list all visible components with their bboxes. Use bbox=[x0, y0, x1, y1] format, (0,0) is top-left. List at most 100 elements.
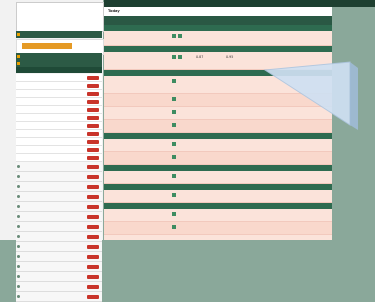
day-label[interactable]: Today bbox=[108, 7, 120, 16]
match-row[interactable] bbox=[104, 209, 332, 222]
sport-category[interactable] bbox=[16, 192, 102, 202]
count-badge bbox=[87, 92, 99, 96]
sport-icon bbox=[17, 185, 20, 188]
sport-category[interactable] bbox=[16, 242, 102, 252]
match-row[interactable] bbox=[104, 190, 332, 203]
sport-category[interactable] bbox=[16, 182, 102, 192]
list-item[interactable] bbox=[16, 122, 102, 130]
stats-icon[interactable] bbox=[178, 55, 182, 59]
sidebar-list bbox=[16, 74, 102, 302]
count-badge bbox=[87, 255, 99, 259]
list-item[interactable] bbox=[16, 146, 102, 154]
count-badge bbox=[87, 76, 99, 80]
count-badge bbox=[87, 215, 99, 219]
list-item[interactable] bbox=[16, 130, 102, 138]
odds-value[interactable]: 0.95 bbox=[226, 55, 233, 59]
sport-category[interactable] bbox=[16, 282, 102, 292]
match-row[interactable] bbox=[104, 120, 332, 133]
section-marker-icon bbox=[17, 33, 20, 36]
match-row[interactable] bbox=[104, 94, 332, 107]
count-badge bbox=[87, 100, 99, 104]
sidebar-section-2[interactable] bbox=[16, 53, 102, 60]
sport-icon bbox=[17, 175, 20, 178]
list-item[interactable] bbox=[16, 90, 102, 98]
sport-icon bbox=[17, 235, 20, 238]
count-badge bbox=[87, 140, 99, 144]
list-item[interactable] bbox=[16, 138, 102, 146]
section-marker-icon bbox=[17, 55, 20, 58]
count-badge bbox=[87, 132, 99, 136]
sport-icon bbox=[17, 195, 20, 198]
count-badge bbox=[87, 275, 99, 279]
sport-category[interactable] bbox=[16, 232, 102, 242]
left-sidebar bbox=[0, 0, 104, 302]
live-icon[interactable] bbox=[172, 142, 176, 146]
live-icon[interactable] bbox=[172, 174, 176, 178]
match-row[interactable] bbox=[104, 76, 332, 94]
sport-category[interactable] bbox=[16, 212, 102, 222]
odds-value[interactable]: 0.87 bbox=[196, 55, 203, 59]
sidebar-tabs bbox=[16, 67, 102, 73]
sport-icon bbox=[17, 205, 20, 208]
match-row[interactable] bbox=[104, 107, 332, 120]
count-badge bbox=[87, 245, 99, 249]
sport-icon bbox=[17, 295, 20, 298]
match-row[interactable]: 0.87 0.95 bbox=[104, 52, 332, 70]
odds-column-header bbox=[104, 16, 332, 25]
sport-icon bbox=[17, 285, 20, 288]
count-badge bbox=[87, 225, 99, 229]
count-badge bbox=[87, 116, 99, 120]
count-badge bbox=[87, 185, 99, 189]
live-icon[interactable] bbox=[172, 123, 176, 127]
count-badge bbox=[87, 295, 99, 299]
sport-icon bbox=[17, 215, 20, 218]
top-nav-bar bbox=[104, 0, 375, 7]
sport-category[interactable] bbox=[16, 252, 102, 262]
orange-action-button[interactable] bbox=[22, 43, 72, 49]
count-badge bbox=[87, 195, 99, 199]
odds-table: 0.87 0.95 bbox=[104, 25, 332, 235]
live-icon[interactable] bbox=[172, 110, 176, 114]
count-badge bbox=[87, 108, 99, 112]
sport-icon bbox=[17, 225, 20, 228]
count-badge bbox=[87, 175, 99, 179]
live-icon[interactable] bbox=[172, 34, 176, 38]
sport-category[interactable] bbox=[16, 202, 102, 212]
list-item[interactable] bbox=[16, 82, 102, 90]
sport-category[interactable] bbox=[16, 272, 102, 282]
count-badge bbox=[87, 205, 99, 209]
list-item[interactable] bbox=[16, 98, 102, 106]
sport-category[interactable] bbox=[16, 262, 102, 272]
match-row[interactable] bbox=[104, 31, 332, 46]
live-icon[interactable] bbox=[172, 225, 176, 229]
account-panel bbox=[16, 2, 104, 32]
sport-icon bbox=[17, 265, 20, 268]
match-row[interactable] bbox=[104, 152, 332, 165]
list-item[interactable] bbox=[16, 106, 102, 114]
stats-icon[interactable] bbox=[178, 34, 182, 38]
live-icon[interactable] bbox=[172, 212, 176, 216]
live-icon[interactable] bbox=[172, 55, 176, 59]
sport-category[interactable] bbox=[16, 162, 102, 172]
list-item[interactable] bbox=[16, 114, 102, 122]
count-badge bbox=[87, 124, 99, 128]
sport-icon bbox=[17, 255, 20, 258]
live-icon[interactable] bbox=[172, 155, 176, 159]
sport-category[interactable] bbox=[16, 222, 102, 232]
count-badge bbox=[87, 84, 99, 88]
list-item[interactable] bbox=[16, 154, 102, 162]
match-row[interactable] bbox=[104, 222, 332, 235]
sidebar-section-1[interactable] bbox=[16, 31, 102, 38]
sidebar-section-3[interactable] bbox=[16, 60, 102, 67]
live-icon[interactable] bbox=[172, 79, 176, 83]
sport-icon bbox=[17, 275, 20, 278]
count-badge bbox=[87, 235, 99, 239]
live-icon[interactable] bbox=[172, 193, 176, 197]
sport-category[interactable] bbox=[16, 292, 102, 302]
live-icon[interactable] bbox=[172, 97, 176, 101]
sport-category[interactable] bbox=[16, 172, 102, 182]
match-row[interactable] bbox=[104, 171, 332, 184]
list-item[interactable] bbox=[16, 74, 102, 82]
count-badge bbox=[87, 165, 99, 169]
match-row[interactable] bbox=[104, 139, 332, 152]
